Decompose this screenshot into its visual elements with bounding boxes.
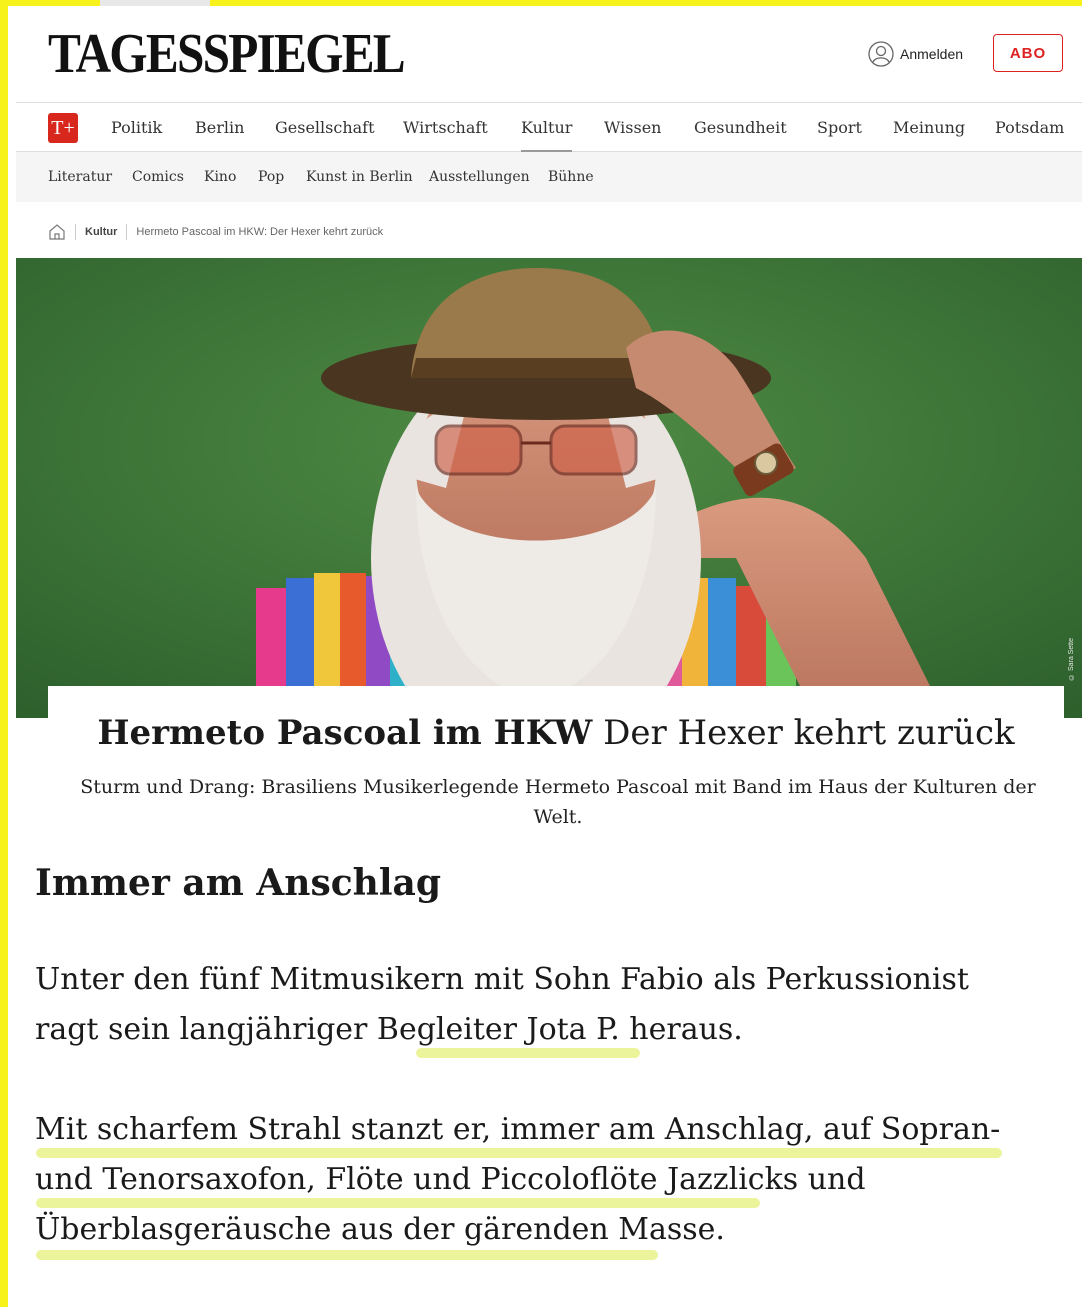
abo-button[interactable]: ABO [993, 34, 1063, 72]
subnav-item-ausstellungen[interactable]: Ausstellungen [429, 169, 530, 185]
breadcrumb-kultur-link[interactable]: Kultur [85, 226, 117, 238]
nav-item-gesundheit[interactable]: Gesundheit [694, 118, 787, 137]
sub-nav: Literatur Comics Kino Pop Kunst in Berli… [16, 152, 1082, 202]
user-icon [868, 41, 894, 67]
headline-title: Der Hexer kehrt zurück [603, 713, 1015, 753]
photo-credit: © Sara Sette [1068, 637, 1075, 680]
home-icon[interactable] [48, 223, 66, 241]
article-header: Hermeto Pascoal im HKW Der Hexer kehrt z… [48, 686, 1064, 846]
breadcrumb-separator [75, 224, 76, 240]
subnav-item-comics[interactable]: Comics [132, 169, 184, 185]
nav-item-potsdam[interactable]: Potsdam [995, 118, 1064, 137]
nav-item-wirtschaft[interactable]: Wirtschaft [403, 118, 488, 137]
login-button[interactable]: Anmelden [868, 38, 963, 70]
subnav-item-buehne[interactable]: Bühne [548, 169, 594, 185]
nav-item-gesellschaft[interactable]: Gesellschaft [275, 118, 375, 137]
subnav-item-kino[interactable]: Kino [204, 169, 236, 185]
article-paragraph-1: Unter den fünf Mitmusikern mit Sohn Fabi… [35, 962, 969, 1047]
article-teaser: Sturm und Drang: Brasiliens Musikerlegen… [80, 776, 1036, 828]
article-paragraph-2: Mit scharfem Strahl stanzt er, immer am … [35, 1112, 1001, 1247]
nav-item-wissen[interactable]: Wissen [604, 118, 661, 137]
main-nav: T+ Politik Berlin Gesellschaft Wirtschaf… [16, 102, 1082, 152]
headline-kicker: Hermeto Pascoal im HKW [97, 713, 593, 753]
nav-item-berlin[interactable]: Berlin [195, 118, 244, 137]
subnav-item-kunst-in-berlin[interactable]: Kunst in Berlin [306, 169, 413, 185]
hero-image [16, 258, 1082, 718]
site-logo[interactable]: TAGESSPIEGEL [48, 24, 406, 84]
nav-item-sport[interactable]: Sport [817, 118, 862, 137]
subnav-item-pop[interactable]: Pop [258, 169, 284, 185]
subnav-item-literatur[interactable]: Literatur [48, 169, 112, 185]
breadcrumb-separator [126, 224, 128, 240]
top-tab-stub [100, 0, 210, 6]
article-headline: Hermeto Pascoal im HKW Der Hexer kehrt z… [48, 708, 1064, 758]
hero-photo [16, 258, 1082, 718]
nav-item-meinung[interactable]: Meinung [893, 118, 965, 137]
login-label: Anmelden [900, 46, 964, 62]
tplus-logo[interactable]: T+ [48, 113, 78, 143]
nav-item-kultur[interactable]: Kultur [521, 118, 573, 152]
breadcrumb-current: Hermeto Pascoal im HKW: Der Hexer kehrt … [136, 226, 384, 238]
section-heading: Immer am Anschlag [35, 862, 442, 904]
breadcrumb: Kultur Hermeto Pascoal im HKW: Der Hexer… [48, 222, 383, 242]
nav-item-politik[interactable]: Politik [111, 118, 162, 137]
